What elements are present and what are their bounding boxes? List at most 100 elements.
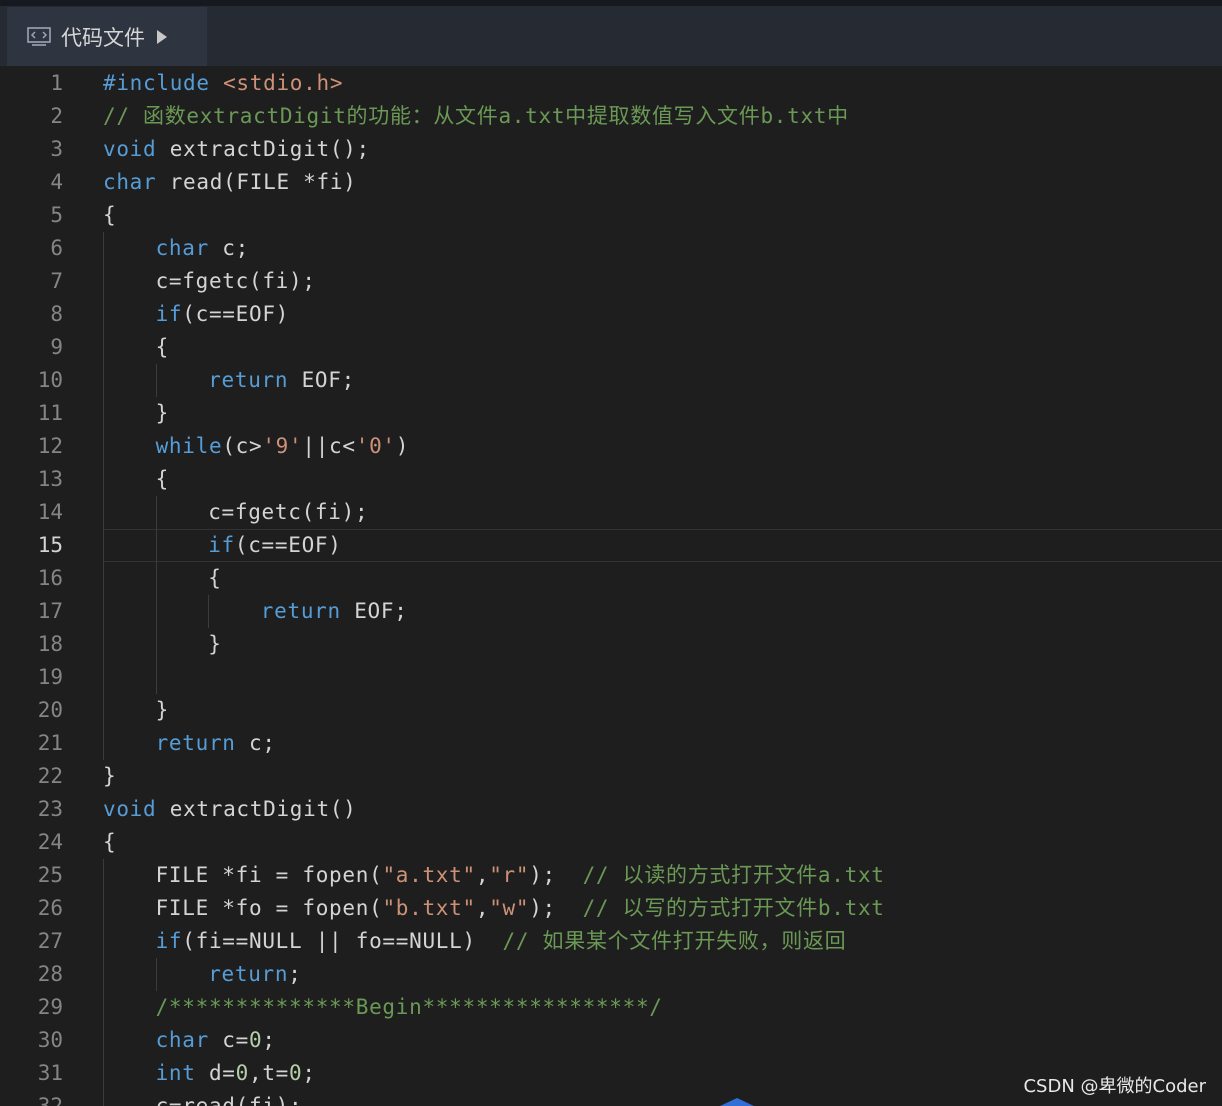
code-token: { (103, 203, 117, 227)
code-token: , (475, 896, 490, 920)
code-text: if(c==EOF) (156, 298, 289, 331)
line-number: 10 (37, 368, 63, 392)
code-text: return; (208, 958, 301, 991)
code-token: return (208, 962, 289, 986)
code-line[interactable]: 14 c=fgetc(fi); (0, 496, 1222, 529)
line-number: 1 (50, 71, 63, 95)
code-token: ||c< (302, 434, 356, 458)
code-token: "w" (489, 896, 530, 920)
code-token: (c> (222, 434, 263, 458)
top-strip (0, 0, 1222, 6)
code-token: EOF; (288, 368, 355, 392)
code-text: char c=0; (156, 1024, 276, 1057)
code-token: { (103, 830, 117, 854)
code-line[interactable]: 23 void extractDigit() (0, 793, 1222, 826)
code-line[interactable]: 9{ (0, 331, 1222, 364)
line-number: 32 (37, 1094, 63, 1106)
code-text: #include <stdio.h> (103, 67, 343, 100)
code-line[interactable]: 19 (0, 661, 1222, 694)
code-token: '0' (355, 434, 396, 458)
code-line[interactable]: 8 if(c==EOF) (0, 298, 1222, 331)
code-token: if (155, 302, 183, 326)
code-line[interactable]: 29 /**************Begin*****************/ (0, 991, 1222, 1024)
tab-code-file[interactable]: 代码文件 (7, 7, 207, 66)
code-line[interactable]: 21 return c; (0, 727, 1222, 760)
line-number: 8 (50, 302, 63, 326)
code-line[interactable]: 6 char c; (0, 232, 1222, 265)
code-text: } (156, 694, 169, 727)
code-token: (c==EOF) (234, 533, 342, 557)
code-line[interactable]: 13 { (0, 463, 1222, 496)
code-token: ); (529, 863, 583, 887)
code-token: } (103, 764, 117, 788)
indent-guide (155, 496, 157, 694)
code-line[interactable]: 30 char c=0; (0, 1024, 1222, 1057)
code-token: ) (395, 434, 410, 458)
line-number: 15 (37, 533, 63, 557)
code-token: c; (235, 731, 276, 755)
code-token: // 函数extractDigit的功能：从文件a.txt中提取数值写入文件b.… (103, 104, 849, 128)
line-number: 4 (50, 170, 63, 194)
code-token: c=fgetc(fi); (155, 269, 316, 293)
code-line[interactable]: 15 if(c==EOF) (0, 529, 1222, 562)
code-text: } (156, 397, 169, 430)
indent-guide (155, 958, 157, 991)
indent-guide (155, 364, 157, 397)
code-token: /**************Begin*****************/ (155, 995, 663, 1019)
line-number: 24 (37, 830, 63, 854)
code-line[interactable]: 24 { (0, 826, 1222, 859)
code-line[interactable]: 16 { (0, 562, 1222, 595)
code-line[interactable]: 20} (0, 694, 1222, 727)
code-token: (fi==NULL || fo==NULL) (182, 929, 503, 953)
line-number: 12 (37, 434, 63, 458)
code-line[interactable]: 10 return EOF; (0, 364, 1222, 397)
code-token: "r" (489, 863, 530, 887)
code-line[interactable]: 17 return EOF; (0, 595, 1222, 628)
code-text: if(fi==NULL || fo==NULL) // 如果某个文件打开失败，则… (156, 925, 847, 958)
code-line[interactable]: 12 while(c>'9'||c<'0') (0, 430, 1222, 463)
code-text: FILE *fi = fopen("a.txt","r"); // 以读的方式打… (156, 859, 885, 892)
line-number: 3 (50, 137, 63, 161)
code-token: extractDigit() (156, 797, 357, 821)
code-token: return (208, 368, 289, 392)
code-text: if(c==EOF) (208, 529, 341, 562)
line-number: 20 (37, 698, 63, 722)
watermark: CSDN @卑微的Coder (1023, 1076, 1206, 1097)
line-number: 6 (50, 236, 63, 260)
line-number: 22 (37, 764, 63, 788)
code-line[interactable]: 11} (0, 397, 1222, 430)
code-token: 0 (235, 1061, 249, 1085)
tab-label: 代码文件 (61, 25, 145, 50)
code-token: "a.txt" (382, 863, 476, 887)
code-token: ; (262, 1028, 276, 1052)
code-line[interactable]: 3 void extractDigit(); (0, 133, 1222, 166)
code-token: (c==EOF) (182, 302, 290, 326)
line-number: 25 (37, 863, 63, 887)
code-line[interactable]: 26 FILE *fo = fopen("b.txt","w"); // 以写的方… (0, 892, 1222, 925)
code-line[interactable]: 4 char read(FILE *fi) (0, 166, 1222, 199)
code-token: c= (208, 1028, 249, 1052)
code-line[interactable]: 1 #include <stdio.h> (0, 67, 1222, 100)
code-token: // 如果某个文件打开失败，则返回 (502, 929, 847, 953)
code-line[interactable]: 28 return; (0, 958, 1222, 991)
code-token: #include (103, 71, 210, 95)
caret-right-icon[interactable] (157, 29, 167, 44)
code-editor[interactable]: 1 #include <stdio.h> 2 // 函数extractDigit的功能… (0, 66, 1222, 1106)
code-token: if (155, 929, 183, 953)
code-line[interactable]: 7 c=fgetc(fi); (0, 265, 1222, 298)
line-number: 23 (37, 797, 63, 821)
code-line[interactable]: 22} (0, 760, 1222, 793)
code-text: { (156, 331, 169, 364)
code-line[interactable]: 2 // 函数extractDigit的功能：从文件a.txt中提取数值写入文件b… (0, 100, 1222, 133)
line-number: 14 (37, 500, 63, 524)
code-text: void extractDigit() (103, 793, 357, 826)
line-number: 30 (37, 1028, 63, 1052)
code-line[interactable]: 27 if(fi==NULL || fo==NULL) // 如果某个文件打开失败… (0, 925, 1222, 958)
line-number: 27 (37, 929, 63, 953)
code-line[interactable]: 5{ (0, 199, 1222, 232)
code-line[interactable]: 25 FILE *fi = fopen("a.txt","r"); // 以读的方… (0, 859, 1222, 892)
line-number: 28 (37, 962, 63, 986)
code-token: ); (529, 896, 583, 920)
line-number: 21 (37, 731, 63, 755)
code-line[interactable]: 18} (0, 628, 1222, 661)
